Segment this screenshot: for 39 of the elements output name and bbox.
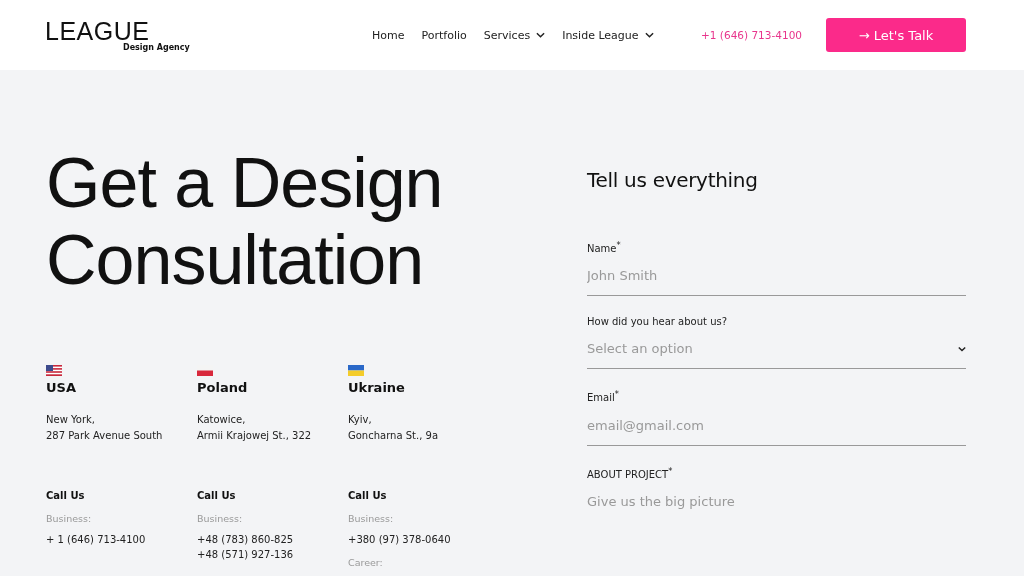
form-title: Tell us everything [587,168,759,192]
flag-icon [46,365,62,376]
phone-link[interactable]: +1 (646) 713-4100 [701,29,802,41]
phone-number: +48 (571) 927-136 [197,548,295,562]
phone-label: Business: [348,513,395,524]
phone-number: +48 (783) 860-825 [197,533,295,547]
country-name: Ukraine [348,380,406,395]
field-label: ABOUT PROJECT$^{*}$ [587,465,674,480]
flag-icon [348,365,364,376]
input-field[interactable]: email@gmail.com [587,417,966,446]
logo-wordmark: LEAGUE [45,18,150,43]
office-address: Kyiv, Goncharna St., 9a [348,413,440,443]
lets-talk-button[interactable]: → Let's Talk [826,18,966,52]
caret-icon [644,32,654,38]
phone-number: + 1 (646) 713-4100 [46,533,147,547]
call-us-heading: Call Us [46,490,86,501]
country-name: USA [46,380,77,395]
phone-label: Career: [348,557,384,568]
field-label: Email$^{*}$ [587,389,620,404]
country-name: Poland [197,380,249,395]
nav-link[interactable]: Home [372,28,405,42]
caret-icon [536,32,546,38]
nav-link[interactable]: Services [483,28,546,42]
office-address: Katowice, Armii Krajowej St., 322 [197,413,313,443]
nav-link[interactable]: Inside League [562,28,654,42]
call-us-heading: Call Us [197,490,237,501]
nav-link[interactable]: Portfolio [421,28,467,42]
field-label: Name$^{*}$ [587,240,622,255]
input-field[interactable]: John Smith [587,268,966,297]
page-heading: Get a Design Consultation [46,145,444,299]
logo-tagline: Design Agency [123,42,190,52]
phone-label: Business: [197,513,244,524]
office-address: New York, 287 Park Avenue South [46,413,164,443]
field-label: How did you hear about us? [587,316,728,328]
caret-icon [958,345,966,352]
phone-label: Business: [46,513,93,524]
call-us-heading: Call Us [348,490,388,501]
phone-number: +380 (97) 378-0640 [348,533,452,547]
textarea-field[interactable]: Give us the big picture [587,494,966,536]
